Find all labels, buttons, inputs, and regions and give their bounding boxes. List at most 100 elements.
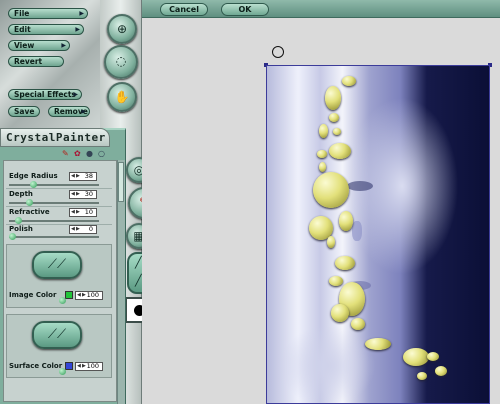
crystal-blob	[339, 211, 353, 231]
crystal-blob	[319, 162, 326, 172]
crystal-blob	[319, 124, 328, 138]
special-effects-menu-button[interactable]: Special Effects ▶	[8, 89, 82, 100]
pen-pair-icon: ⟋⟋	[47, 257, 67, 272]
increment-icon[interactable]: ▶	[76, 191, 80, 198]
increment-icon[interactable]: ▶	[76, 173, 80, 180]
revert-label: Revert	[14, 57, 43, 66]
image-color-tool-button[interactable]: ⟋⟋	[32, 251, 82, 279]
crystal-blob	[417, 372, 427, 380]
view-menu-label: View	[14, 41, 35, 50]
hand-icon[interactable]: ✋	[107, 82, 137, 112]
brush-icon[interactable]: ✎	[62, 149, 69, 158]
increment-icon[interactable]: ▶	[76, 209, 80, 216]
refractive-value: 10	[84, 208, 93, 216]
dial-icon[interactable]: ◌	[104, 45, 138, 79]
crystal-blob	[325, 86, 341, 110]
photo-canvas[interactable]	[266, 65, 490, 404]
increment-icon[interactable]: ▶	[82, 363, 86, 370]
increment-icon[interactable]: ▶	[82, 292, 86, 299]
pen-icon: ╱	[135, 274, 142, 287]
image-color-swatch[interactable]	[65, 291, 73, 299]
image-color-value: 100	[86, 291, 99, 299]
scrollbar-thumb[interactable]	[118, 162, 124, 202]
brush-cursor-icon	[272, 46, 284, 58]
swirl-icon[interactable]: ✿	[74, 149, 81, 158]
chevron-right-icon: ▶	[75, 26, 80, 33]
chevron-right-icon: ▶	[81, 108, 86, 115]
polish-value: 0	[88, 225, 93, 233]
pen-icon: ╱	[135, 256, 142, 269]
slider-knob[interactable]	[15, 217, 22, 224]
edge-radius-label: Edge Radius	[9, 172, 58, 180]
edge-radius-value: 38	[84, 172, 93, 180]
crystal-blob	[403, 348, 429, 366]
decrement-icon[interactable]: ◀	[71, 209, 75, 216]
crystal-blob	[327, 236, 335, 248]
surface-color-tool-button[interactable]: ⟋⟋	[32, 321, 82, 349]
slider-knob[interactable]	[9, 233, 16, 240]
crystal-blob	[435, 366, 447, 376]
slider-knob[interactable]	[59, 368, 66, 375]
nose-shape	[352, 221, 362, 241]
chevron-right-icon: ▶	[61, 42, 66, 49]
revert-button[interactable]: Revert	[8, 56, 64, 67]
chevron-right-icon: ▶	[79, 10, 84, 17]
refractive-slider[interactable]	[9, 220, 99, 222]
crystal-blob	[351, 318, 365, 330]
plus-circle-icon[interactable]: ⊕	[107, 14, 137, 44]
surface-color-value: 100	[86, 362, 99, 370]
image-color-field[interactable]: ◀ ▶ 100	[75, 291, 103, 300]
ok-button[interactable]: OK	[221, 3, 269, 16]
edit-menu-label: Edit	[14, 25, 31, 34]
save-label: Save	[14, 107, 35, 116]
decrement-icon[interactable]: ◀	[77, 292, 81, 299]
depth-field[interactable]: ◀ ▶ 30	[69, 190, 97, 199]
crystal-blob	[365, 338, 391, 350]
surface-color-swatch[interactable]	[65, 362, 73, 370]
file-menu-button[interactable]: File ▶	[8, 8, 88, 19]
sphere-icon[interactable]: ●	[86, 149, 93, 158]
decrement-icon[interactable]: ◀	[71, 173, 75, 180]
decrement-icon[interactable]: ◀	[71, 191, 75, 198]
increment-icon[interactable]: ▶	[76, 226, 80, 233]
slider-knob[interactable]	[30, 181, 37, 188]
panel-title: CrystalPainter	[6, 131, 106, 144]
edit-menu-button[interactable]: Edit ▶	[8, 24, 84, 35]
slider-knob[interactable]	[26, 199, 33, 206]
surface-color-field[interactable]: ◀ ▶ 100	[75, 362, 103, 371]
decrement-icon[interactable]: ◀	[71, 226, 75, 233]
crystal-blob	[342, 76, 356, 86]
image-color-label: Image Color	[9, 291, 57, 299]
chevron-right-icon: ▶	[73, 91, 78, 98]
decrement-icon[interactable]: ◀	[77, 363, 81, 370]
depth-slider[interactable]	[9, 202, 99, 204]
refractive-field[interactable]: ◀ ▶ 10	[69, 208, 97, 217]
view-menu-button[interactable]: View ▶	[8, 40, 70, 51]
crystal-blob	[329, 143, 351, 159]
surface-color-label: Surface Color	[9, 362, 63, 370]
file-menu-label: File	[14, 9, 30, 18]
save-button[interactable]: Save	[8, 106, 40, 117]
edge-radius-field[interactable]: ◀ ▶ 38	[69, 172, 97, 181]
slider-knob[interactable]	[59, 297, 66, 304]
crystal-blob	[427, 352, 439, 361]
edge-radius-slider[interactable]	[9, 184, 99, 186]
divider	[6, 206, 112, 207]
divider	[6, 188, 112, 189]
refractive-label: Refractive	[9, 208, 50, 216]
crystal-blob	[329, 276, 343, 286]
remove-button[interactable]: Remove ▶	[48, 106, 90, 117]
polish-field[interactable]: ◀ ▶ 0	[69, 225, 97, 234]
crystal-blob	[331, 304, 349, 322]
crystal-blob	[313, 172, 349, 208]
depth-value: 30	[84, 190, 93, 198]
cancel-button[interactable]: Cancel	[160, 3, 208, 16]
circle-icon[interactable]: ○	[98, 149, 105, 158]
eye-shape	[347, 181, 373, 191]
crystal-blob	[329, 113, 339, 122]
crystal-blob	[335, 256, 355, 270]
pen-pair-icon: ⟋⟋	[47, 327, 67, 342]
polish-label: Polish	[9, 225, 33, 233]
polish-slider[interactable]	[9, 236, 99, 238]
crystal-blob	[317, 150, 327, 158]
